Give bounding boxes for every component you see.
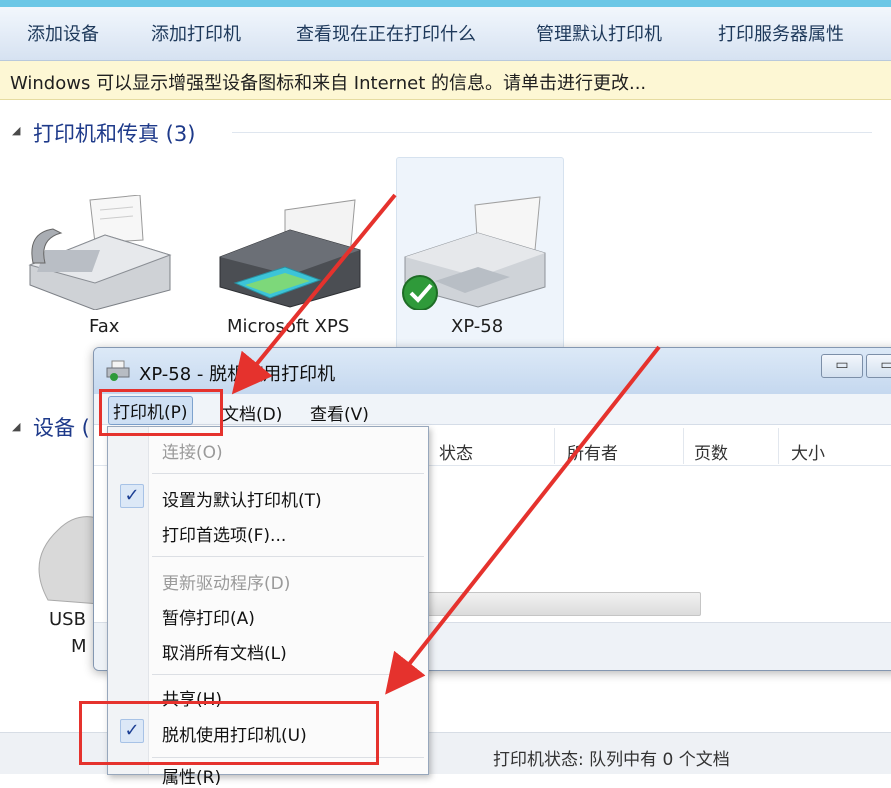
menu-item-preferences[interactable]: 打印首选项(F)... bbox=[162, 521, 286, 546]
menu-separator bbox=[152, 473, 424, 474]
column-status[interactable]: 状态 bbox=[439, 439, 473, 479]
menu-document[interactable]: 文档(D) bbox=[222, 400, 282, 425]
manage-default-printers-button[interactable]: 管理默认打印机 bbox=[536, 20, 662, 46]
printer-status-text: 打印机状态: 队列中有 0 个文档 bbox=[493, 750, 730, 770]
info-bar-text[interactable]: Windows 可以显示增强型设备图标和来自 Internet 的信息。请单击进… bbox=[10, 69, 646, 95]
info-bar[interactable]: Windows 可以显示增强型设备图标和来自 Internet 的信息。请单击进… bbox=[0, 61, 891, 100]
maximize-button[interactable]: ▭ bbox=[866, 354, 891, 378]
usb-device-label-line2[interactable]: M bbox=[71, 636, 87, 657]
menu-separator bbox=[152, 556, 424, 557]
horizontal-scrollbar[interactable] bbox=[424, 592, 701, 616]
column-separator bbox=[778, 428, 779, 464]
menu-item-pause[interactable]: 暂停打印(A) bbox=[162, 604, 255, 629]
queue-window-title: XP-58 - 脱机使用打印机 bbox=[139, 364, 336, 385]
column-size[interactable]: 大小 bbox=[791, 439, 825, 479]
menu-view[interactable]: 查看(V) bbox=[310, 400, 369, 425]
command-toolbar: 添加设备 添加打印机 查看现在正在打印什么 管理默认打印机 打印服务器属性 bbox=[0, 0, 891, 61]
xps-label[interactable]: Microsoft XPS bbox=[227, 316, 349, 337]
menu-item-connect[interactable]: 连接(O) bbox=[162, 438, 223, 463]
devices-group-header[interactable]: 设备 ( bbox=[33, 412, 90, 442]
column-separator bbox=[683, 428, 684, 464]
print-server-properties-button[interactable]: 打印服务器属性 bbox=[718, 20, 844, 46]
menu-item-properties[interactable]: 属性(R) bbox=[162, 763, 221, 788]
window-top-strip bbox=[0, 0, 891, 7]
queue-window-title-bar[interactable]: XP-58 - 脱机使用打印机 ▭ ▭ bbox=[94, 348, 891, 394]
menu-item-update-driver[interactable]: 更新驱动程序(D) bbox=[162, 569, 290, 594]
printers-group-header[interactable]: 打印机和传真 (3) bbox=[33, 118, 195, 148]
printer-icon[interactable] bbox=[215, 195, 365, 314]
column-separator bbox=[554, 428, 555, 464]
add-printer-button[interactable]: 添加打印机 bbox=[151, 20, 241, 46]
collapse-triangle-icon[interactable]: ◢ bbox=[12, 420, 20, 433]
column-pages[interactable]: 页数 bbox=[694, 439, 728, 479]
annotation-box-offline-item bbox=[79, 701, 379, 765]
printer-default-check-icon[interactable] bbox=[400, 195, 550, 314]
annotation-box-printer-menu bbox=[99, 389, 223, 436]
menu-item-set-default[interactable]: 设置为默认打印机(T) bbox=[162, 486, 322, 511]
column-owner[interactable]: 所有者 bbox=[567, 439, 618, 479]
checkmark-icon: ✓ bbox=[120, 484, 144, 508]
add-device-button[interactable]: 添加设备 bbox=[27, 20, 99, 46]
fax-label[interactable]: Fax bbox=[89, 316, 119, 337]
printer-small-icon bbox=[106, 360, 130, 381]
see-printing-button[interactable]: 查看现在正在打印什么 bbox=[296, 20, 476, 46]
xp58-label[interactable]: XP-58 bbox=[451, 316, 503, 337]
minimize-button[interactable]: ▭ bbox=[821, 354, 863, 378]
collapse-triangle-icon[interactable]: ◢ bbox=[12, 124, 20, 137]
fax-icon[interactable] bbox=[25, 194, 175, 314]
usb-device-label[interactable]: USB bbox=[49, 609, 86, 630]
group-divider bbox=[232, 132, 872, 133]
menu-item-cancel-all[interactable]: 取消所有文档(L) bbox=[162, 639, 287, 664]
menu-separator bbox=[152, 674, 424, 675]
